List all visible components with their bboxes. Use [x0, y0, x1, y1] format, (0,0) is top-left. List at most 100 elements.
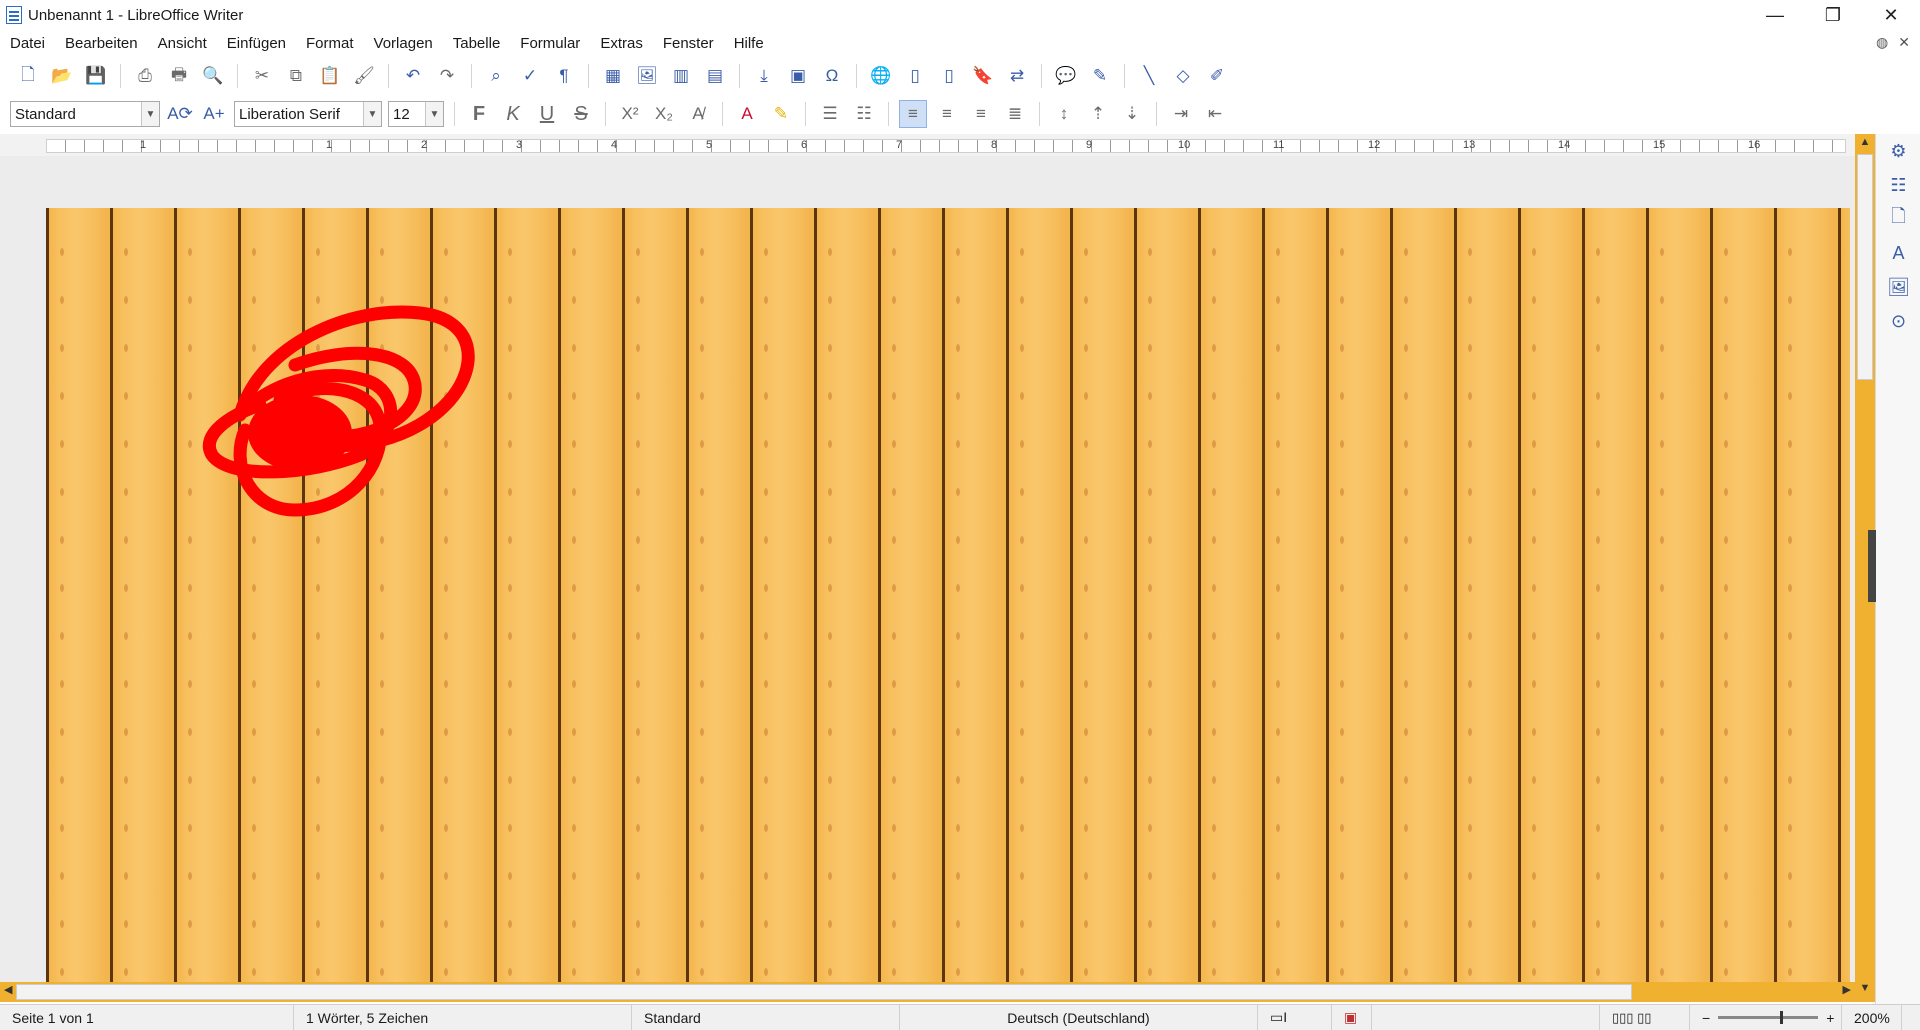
find-replace-icon[interactable]: ⌕ [482, 62, 510, 90]
cut-icon[interactable]: ✂ [248, 62, 276, 90]
new-document-icon[interactable]: 🗋 [14, 62, 42, 90]
insert-field-icon[interactable]: ▣ [784, 62, 812, 90]
bullet-list-icon[interactable]: ☰ [816, 100, 844, 128]
align-right-icon[interactable]: ≡ [967, 100, 995, 128]
align-center-icon[interactable]: ≡ [933, 100, 961, 128]
numbered-list-icon[interactable]: ☷ [850, 100, 878, 128]
menu-datei[interactable]: Datei [10, 35, 45, 52]
vertical-scroll-thumb[interactable] [1857, 154, 1873, 380]
word-count-status[interactable]: 1 Wörter, 5 Zeichen [294, 1005, 632, 1030]
insert-chart-icon[interactable]: ▥ [667, 62, 695, 90]
bold-button[interactable]: F [465, 100, 493, 128]
line-spacing-icon[interactable]: ↕ [1050, 100, 1078, 128]
page-style-status[interactable]: Standard [632, 1005, 900, 1030]
bookmark-icon[interactable]: 🔖 [969, 62, 997, 90]
draw-functions-icon[interactable]: ✐ [1203, 62, 1231, 90]
line-icon[interactable]: ╲ [1135, 62, 1163, 90]
insert-table-icon[interactable]: ▦ [599, 62, 627, 90]
increase-paragraph-spacing-icon[interactable]: ⇡ [1084, 100, 1112, 128]
superscript-icon[interactable]: X² [616, 100, 644, 128]
menu-format[interactable]: Format [306, 35, 354, 52]
strikethrough-button[interactable]: S [567, 100, 595, 128]
cross-reference-icon[interactable]: ⇄ [1003, 62, 1031, 90]
language-status[interactable]: Deutsch (Deutschland) [900, 1005, 1258, 1030]
new-style-icon[interactable]: A+ [200, 100, 228, 128]
close-button[interactable]: ✕ [1862, 0, 1920, 30]
maximize-button[interactable]: ❐ [1804, 0, 1862, 30]
scroll-right-arrow-icon[interactable]: ▶ [1843, 983, 1851, 996]
horizontal-scroll-thumb[interactable] [16, 984, 1632, 1000]
highlight-color-icon[interactable]: ✎ [767, 100, 795, 128]
hyperlink-icon[interactable]: 🌐 [867, 62, 895, 90]
sidebar-page-icon[interactable]: 🗋 [1876, 202, 1920, 236]
endnote-icon[interactable]: ▯ [935, 62, 963, 90]
clear-formatting-icon[interactable]: A̸ [684, 100, 712, 128]
chevron-down-icon[interactable]: ▼ [425, 102, 443, 126]
menu-tabelle[interactable]: Tabelle [453, 35, 501, 52]
clone-formatting-icon[interactable]: 🖌 [350, 62, 378, 90]
scroll-up-arrow-icon[interactable]: ▲ [1855, 136, 1875, 152]
zoom-in-icon[interactable]: + [1826, 1010, 1834, 1026]
insert-textbox-icon[interactable]: ▤ [701, 62, 729, 90]
horizontal-scrollbar[interactable]: ◀ ▶ [0, 982, 1855, 1002]
menu-formular[interactable]: Formular [520, 35, 580, 52]
menu-bearbeiten[interactable]: Bearbeiten [65, 35, 138, 52]
close-document-icon[interactable]: ✕ [1898, 34, 1910, 51]
menu-ansicht[interactable]: Ansicht [158, 35, 207, 52]
special-character-icon[interactable]: Ω [818, 62, 846, 90]
sidebar-gallery-icon[interactable]: 🖼 [1876, 270, 1920, 304]
open-folder-icon[interactable]: 📂 [48, 62, 76, 90]
zoom-out-icon[interactable]: − [1702, 1010, 1710, 1026]
menu-hilfe[interactable]: Hilfe [734, 35, 764, 52]
italic-button[interactable]: K [499, 100, 527, 128]
menu-extras[interactable]: Extras [600, 35, 643, 52]
chevron-down-icon[interactable]: ▼ [363, 102, 381, 126]
sidebar-properties-icon[interactable]: ☷ [1876, 168, 1920, 202]
chevron-down-icon[interactable]: ▼ [141, 102, 159, 126]
redo-icon[interactable]: ↷ [433, 62, 461, 90]
decrease-paragraph-spacing-icon[interactable]: ⇣ [1118, 100, 1146, 128]
zoom-slider[interactable] [1718, 1011, 1819, 1024]
scroll-down-arrow-icon[interactable]: ▼ [1855, 982, 1875, 998]
red-scribble-drawing[interactable] [200, 305, 490, 530]
paragraph-style-combo[interactable]: Standard ▼ [10, 101, 160, 127]
underline-button[interactable]: U [533, 100, 561, 128]
align-justify-icon[interactable]: ≣ [1001, 100, 1029, 128]
copy-icon[interactable]: ⧉ [282, 62, 310, 90]
sidebar-collapse-handle[interactable] [1868, 530, 1876, 602]
footnote-icon[interactable]: ▯ [901, 62, 929, 90]
increase-indent-icon[interactable]: ⇥ [1167, 100, 1195, 128]
decrease-indent-icon[interactable]: ⇤ [1201, 100, 1229, 128]
formatting-marks-icon[interactable]: ¶ [550, 62, 578, 90]
page-break-icon[interactable]: ⤓ [750, 62, 778, 90]
view-layout-icon[interactable]: ▯▯▯ ▯▯ [1600, 1005, 1690, 1030]
update-style-icon[interactable]: A⟳ [166, 100, 194, 128]
globe-icon[interactable]: ◍ [1876, 34, 1888, 51]
font-size-combo[interactable]: 12 ▼ [388, 101, 444, 127]
save-icon[interactable]: 💾 [82, 62, 110, 90]
basic-shapes-icon[interactable]: ◇ [1169, 62, 1197, 90]
track-changes-icon[interactable]: ✎ [1086, 62, 1114, 90]
print-icon[interactable]: 🖶 [165, 62, 193, 90]
comment-icon[interactable]: 💬 [1052, 62, 1080, 90]
document-modified-icon[interactable]: ▣ [1332, 1005, 1372, 1030]
zoom-percentage[interactable]: 200% [1842, 1005, 1902, 1030]
minimize-button[interactable]: — [1746, 0, 1804, 30]
sidebar-styles-icon[interactable]: A [1876, 236, 1920, 270]
sidebar-navigator-compass-icon[interactable]: ⊙ [1876, 304, 1920, 338]
menu-fenster[interactable]: Fenster [663, 35, 714, 52]
insert-image-icon[interactable]: 🖼 [633, 62, 661, 90]
scroll-left-arrow-icon[interactable]: ◀ [4, 983, 12, 996]
sidebar-settings-gear-icon[interactable]: ⚙ [1876, 134, 1920, 168]
spellcheck-icon[interactable]: ✓ [516, 62, 544, 90]
page-count-status[interactable]: Seite 1 von 1 [0, 1005, 294, 1030]
font-name-combo[interactable]: Liberation Serif ▼ [234, 101, 382, 127]
export-pdf-icon[interactable]: ⎙ [131, 62, 159, 90]
menu-vorlagen[interactable]: Vorlagen [374, 35, 433, 52]
selection-mode-icon[interactable]: ▭I [1258, 1005, 1332, 1030]
menu-einfuegen[interactable]: Einfügen [227, 35, 286, 52]
align-left-icon[interactable]: ≡ [899, 100, 927, 128]
subscript-icon[interactable]: X₂ [650, 100, 678, 128]
print-preview-icon[interactable]: 🔍 [199, 62, 227, 90]
undo-icon[interactable]: ↶ [399, 62, 427, 90]
